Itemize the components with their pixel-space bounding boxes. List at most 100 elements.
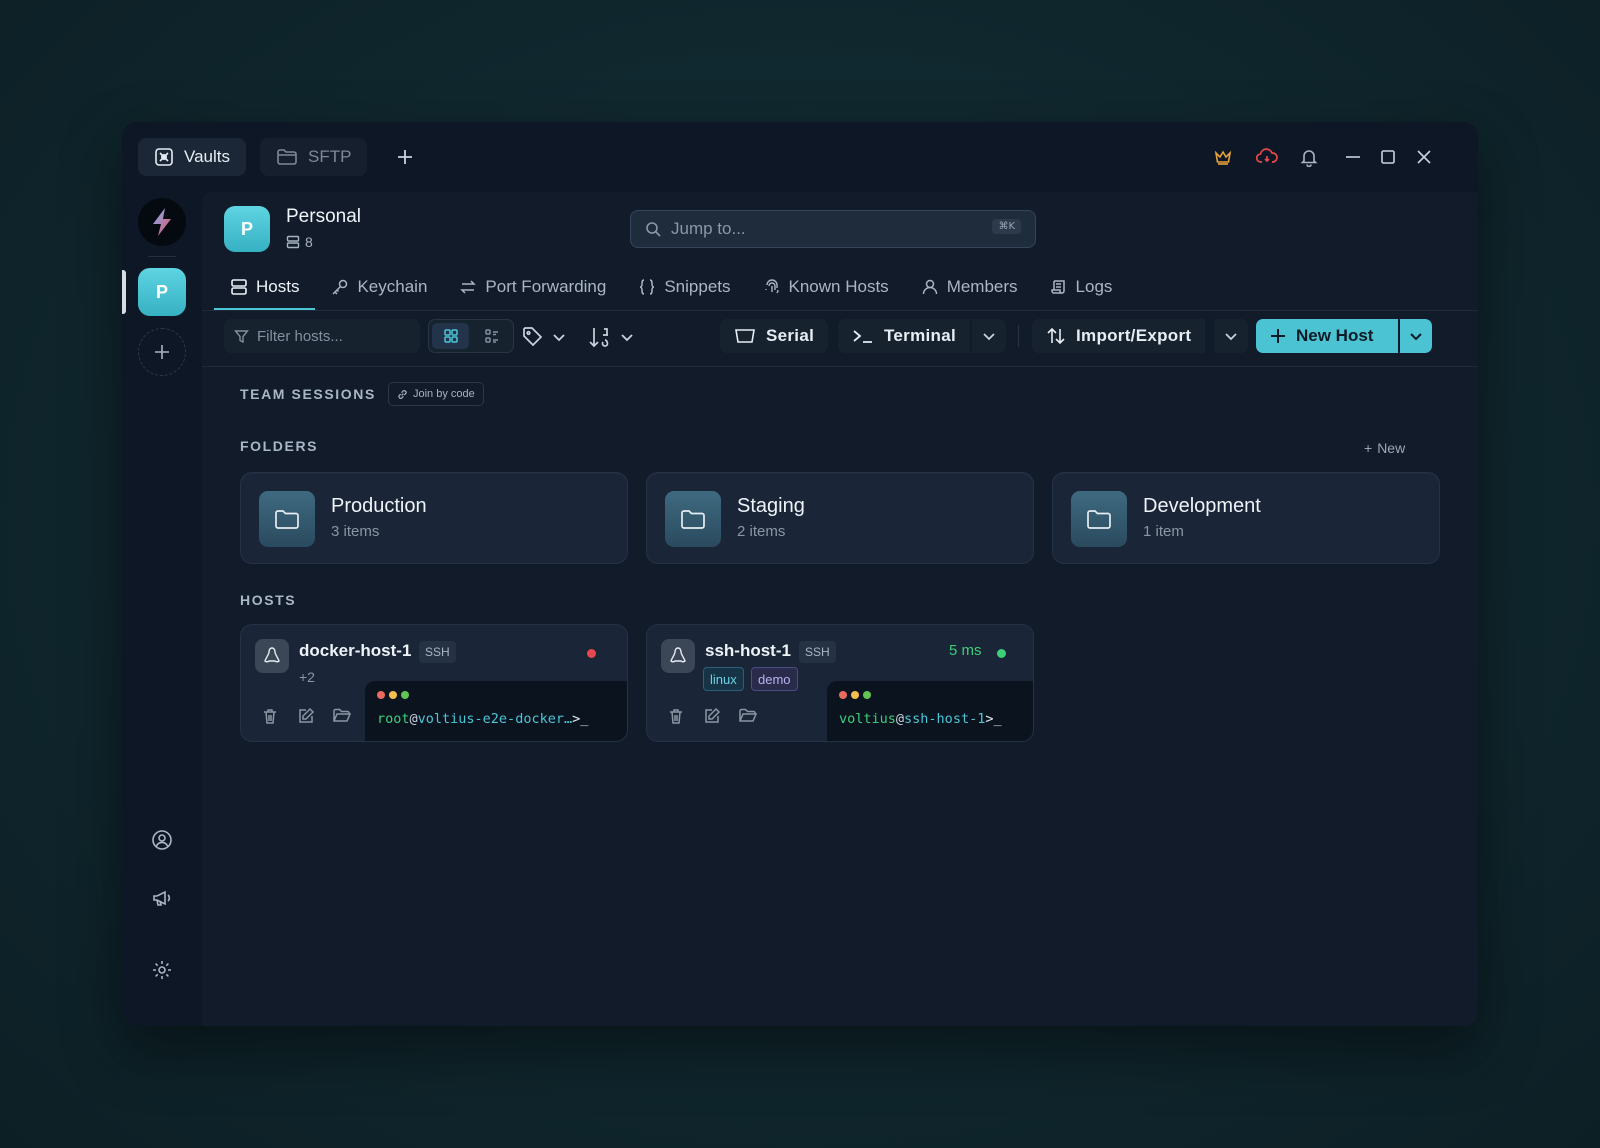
folder-item-count: 2 items (737, 523, 786, 540)
new-folder-label: New (1377, 440, 1406, 456)
add-vault-button[interactable] (138, 328, 186, 376)
sort-dropdown[interactable] (588, 323, 634, 351)
tag-linux[interactable]: linux (703, 667, 744, 691)
new-host-button[interactable]: New Host (1256, 319, 1398, 353)
close-icon[interactable] (1411, 144, 1437, 170)
status-offline-dot (587, 649, 596, 658)
scroll-icon (1050, 280, 1065, 294)
settings-gear-icon[interactable] (148, 956, 176, 984)
folder-card-staging[interactable]: Staging 2 items (646, 472, 1034, 564)
tab-vaults[interactable]: Vaults (138, 138, 246, 176)
megaphone-icon[interactable] (148, 884, 176, 912)
dot-red (377, 691, 385, 699)
grid-view-button[interactable] (432, 323, 469, 349)
chevron-down-icon (1410, 333, 1422, 341)
tag-icon (523, 327, 543, 347)
terminal-icon (853, 330, 872, 343)
dot-yellow (389, 691, 397, 699)
lightning-icon (153, 208, 171, 236)
tab-members[interactable]: Members (905, 266, 1034, 308)
hosts-toolbar: Filter hosts... Serial Terminal Import/E… (202, 311, 1478, 367)
shortcut-badge: ⌘K (992, 219, 1021, 234)
serial-port-icon (735, 329, 755, 343)
serial-button[interactable]: Serial (720, 319, 829, 353)
tag-filter-dropdown[interactable] (522, 323, 566, 351)
delete-icon[interactable] (665, 705, 687, 727)
terminal-button[interactable]: Terminal (838, 319, 970, 353)
folder-name: Production (331, 495, 427, 517)
chevron-down-icon (983, 333, 995, 341)
tab-port-forwarding[interactable]: Port Forwarding (443, 266, 622, 308)
tab-snippets[interactable]: Snippets (622, 266, 746, 308)
list-view-button[interactable] (473, 323, 510, 349)
prompt-cursor: >_ (572, 711, 589, 727)
dot-green (401, 691, 409, 699)
delete-icon[interactable] (259, 705, 281, 727)
search-placeholder: Jump to... (671, 219, 746, 238)
bell-icon[interactable] (1296, 144, 1322, 170)
join-by-code-button[interactable]: Join by code (388, 382, 484, 406)
terminal-preview[interactable]: voltius@ssh-host-1>_ (827, 681, 1033, 741)
open-sftp-folder-icon[interactable] (737, 705, 759, 727)
host-card-docker-host-1[interactable]: docker-host-1 SSH +2 root@voltius-e2e-do… (240, 624, 628, 742)
braces-icon (640, 279, 655, 295)
new-tab-button[interactable] (390, 142, 420, 172)
vault-host-count: 8 (286, 234, 313, 250)
folder-card-production[interactable]: Production 3 items (240, 472, 628, 564)
main-panel: P Personal 8 Jump to... ⌘K Hosts Keychai… (202, 192, 1478, 1026)
folder-name: Development (1143, 495, 1261, 517)
cloud-sync-error-icon[interactable] (1254, 144, 1280, 170)
tab-label: Snippets (664, 277, 731, 296)
tab-known-hosts[interactable]: Known Hosts (747, 266, 905, 308)
host-card-ssh-host-1[interactable]: ssh-host-1 SSH 5 ms linux demo voltius@s… (646, 624, 1034, 742)
server-icon (286, 235, 300, 249)
chevron-down-icon (621, 334, 633, 342)
window-dots (839, 691, 871, 699)
new-folder-button[interactable]: + New (1364, 440, 1405, 456)
chevron-down-icon (1225, 333, 1237, 341)
sort-icon (589, 328, 609, 348)
edit-icon[interactable] (295, 705, 317, 727)
tag-demo[interactable]: demo (751, 667, 798, 691)
tab-label: Vaults (184, 147, 230, 166)
folder-card-development[interactable]: Development 1 item (1052, 472, 1440, 564)
open-sftp-folder-icon[interactable] (331, 705, 353, 727)
vault-name: Personal (286, 206, 361, 227)
join-by-code-label: Join by code (413, 388, 475, 400)
import-export-button[interactable]: Import/Export (1032, 319, 1206, 353)
terminal-prompt: root@voltius-e2e-docker…>_ (377, 711, 588, 727)
plus-icon (398, 150, 412, 164)
extra-tags-count: +2 (299, 669, 315, 685)
plus-icon (1271, 329, 1285, 343)
crown-icon[interactable] (1210, 144, 1236, 170)
jump-to-search[interactable]: Jump to... ⌘K (630, 210, 1036, 248)
terminal-dropdown-button[interactable] (972, 319, 1006, 353)
app-logo[interactable] (138, 198, 186, 246)
filter-hosts-input[interactable]: Filter hosts... (224, 319, 420, 353)
new-host-dropdown-button[interactable] (1400, 319, 1432, 353)
prompt-at: @ (409, 711, 418, 727)
tab-keychain[interactable]: Keychain (315, 266, 443, 308)
maximize-icon[interactable] (1375, 144, 1401, 170)
tab-logs[interactable]: Logs (1034, 266, 1129, 308)
toolbar-divider (1018, 325, 1019, 347)
title-bar: Vaults SFTP (122, 122, 1478, 192)
tab-hosts[interactable]: Hosts (214, 266, 316, 310)
link-icon (398, 389, 407, 399)
account-icon[interactable] (148, 826, 176, 854)
vault-personal-button[interactable]: P (138, 268, 186, 316)
minimize-icon[interactable] (1340, 144, 1366, 170)
tab-label: Known Hosts (788, 277, 889, 296)
prompt-cursor: >_ (985, 711, 1002, 727)
tab-sftp[interactable]: SFTP (260, 138, 368, 176)
search-icon (646, 222, 661, 237)
import-export-dropdown-button[interactable] (1214, 319, 1248, 353)
edit-icon[interactable] (701, 705, 723, 727)
active-indicator (122, 270, 126, 314)
terminal-preview[interactable]: root@voltius-e2e-docker…>_ (365, 681, 627, 741)
prompt-user: root (377, 711, 410, 727)
tab-label: Port Forwarding (485, 277, 607, 296)
folder-icon (1071, 491, 1127, 547)
rail-divider (148, 256, 176, 257)
dot-yellow (851, 691, 859, 699)
